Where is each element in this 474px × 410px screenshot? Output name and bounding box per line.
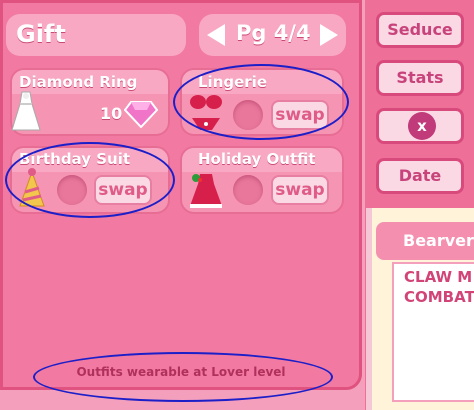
description-line: CLAW M [404, 268, 473, 286]
date-button[interactable]: Date [376, 158, 464, 194]
holiday-dress-icon [186, 166, 226, 212]
wear-radio[interactable] [233, 175, 263, 205]
wedding-dress-icon [6, 88, 46, 134]
prev-page-arrow-icon[interactable] [207, 24, 225, 46]
page-indicator: Pg 4/4 [236, 21, 311, 45]
gem-icon [123, 100, 159, 129]
stats-button[interactable]: Stats [376, 60, 464, 96]
annotation-circle-footer [33, 352, 333, 402]
item-price: 10 [100, 104, 123, 123]
annotation-circle-lingerie [173, 64, 349, 140]
description-line: COMBAT [404, 288, 474, 306]
panel-title: Gift [16, 20, 66, 48]
next-page-arrow-icon[interactable] [320, 24, 338, 46]
seduce-button[interactable]: Seduce [376, 12, 464, 48]
close-icon[interactable]: x [408, 112, 436, 140]
annotation-circle-birthday-suit [5, 142, 175, 218]
character-name: Bearverly [403, 231, 474, 250]
swap-button[interactable]: swap [271, 175, 329, 205]
